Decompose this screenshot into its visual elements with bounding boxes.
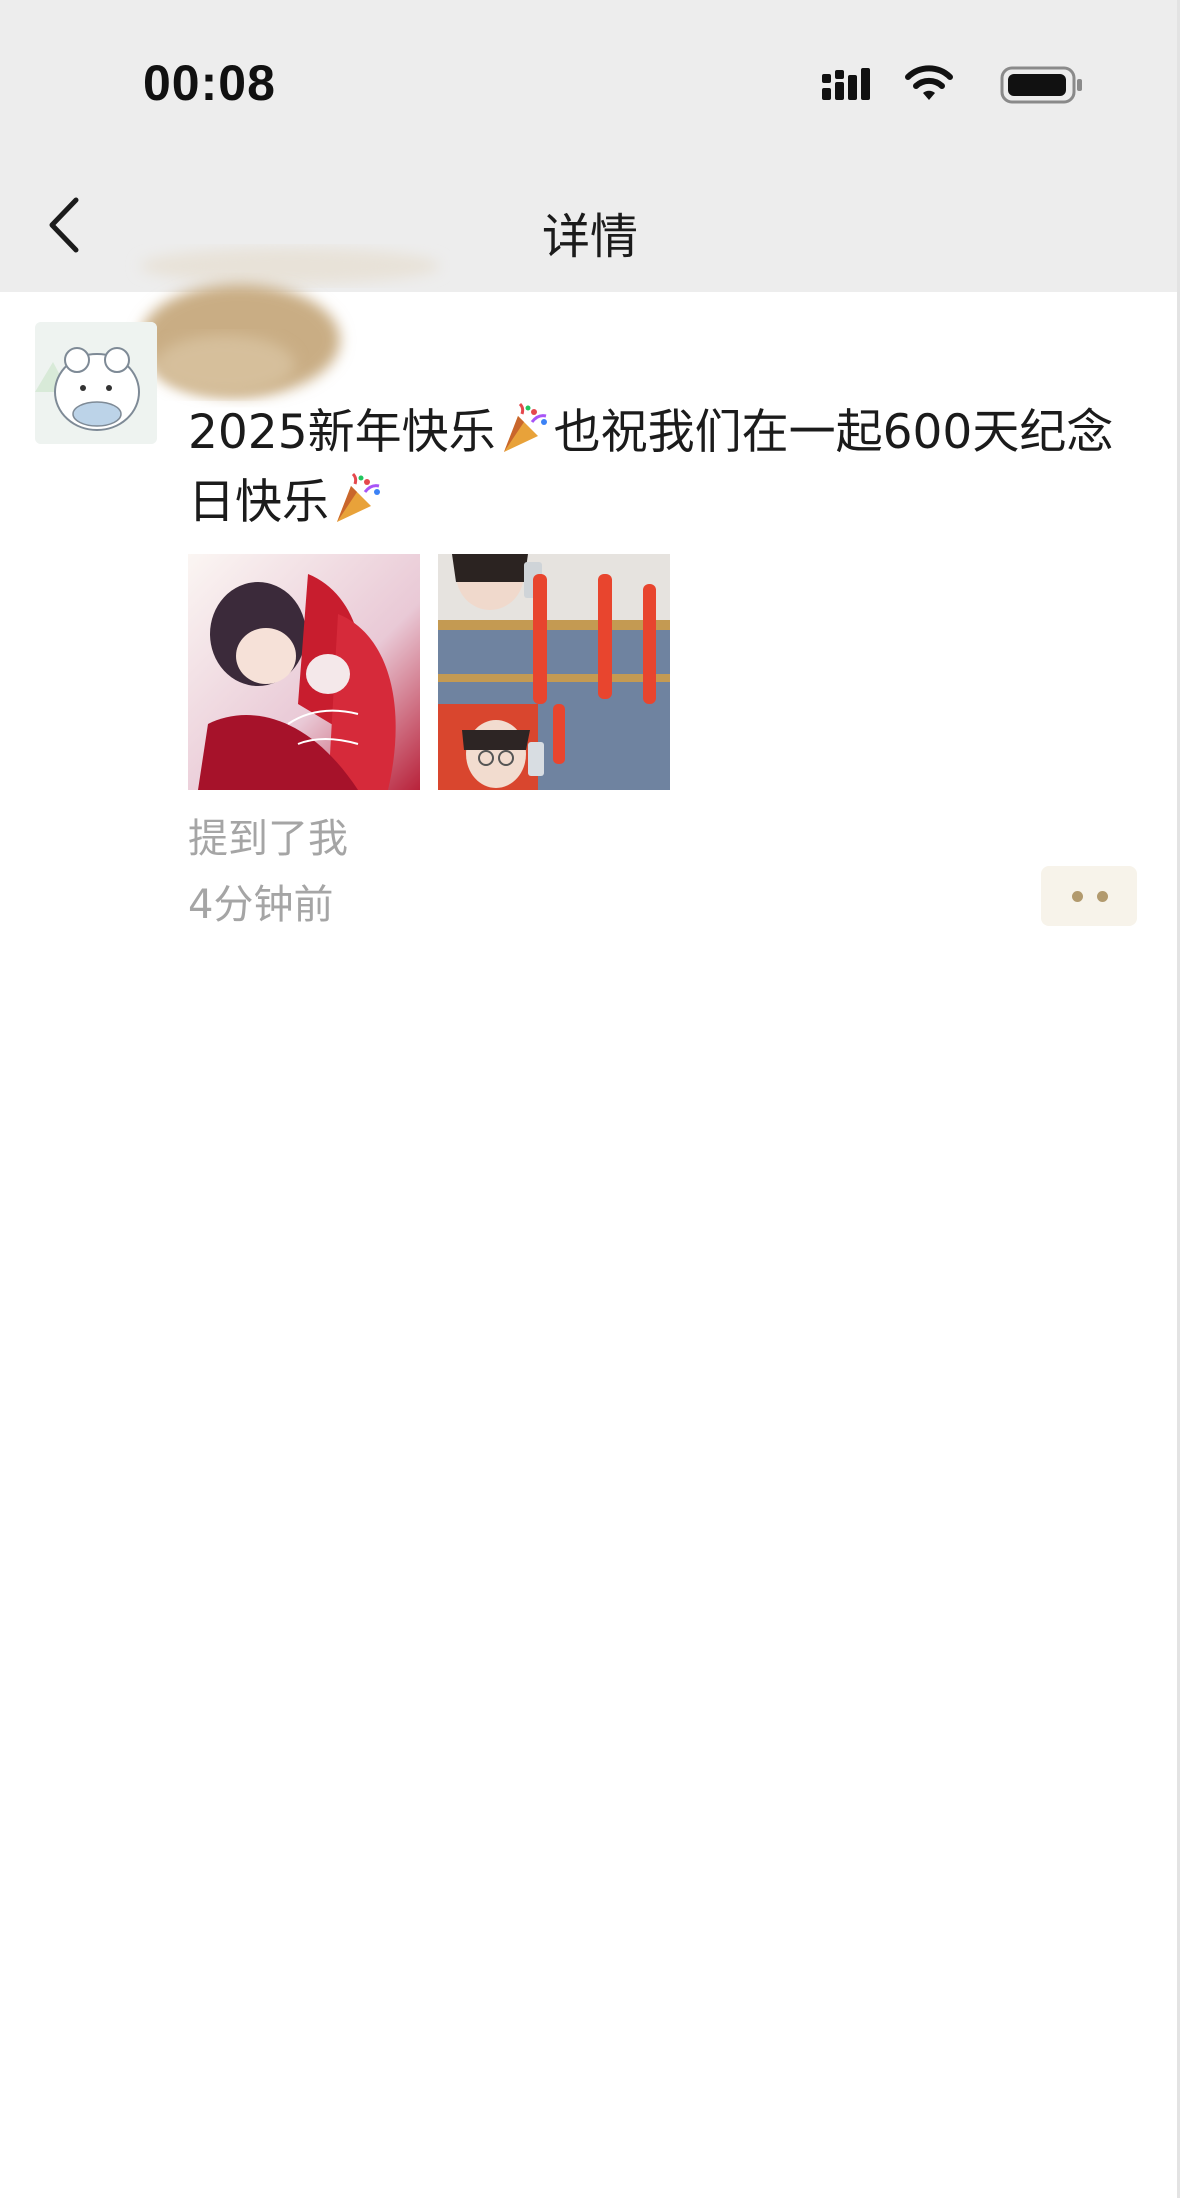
top-bar: 00:08 详情 xyxy=(0,0,1180,292)
selfie-collage-red-tassels xyxy=(438,554,670,790)
anime-couple-illustration xyxy=(188,554,420,790)
cellular-signal-icon xyxy=(822,68,870,100)
more-dots-icon-dot xyxy=(1097,891,1108,902)
post-timestamp: 4分钟前 xyxy=(188,882,334,928)
more-actions-button[interactable] xyxy=(1041,866,1137,926)
wifi-icon xyxy=(905,65,953,100)
battery-icon xyxy=(1000,66,1082,104)
more-dots-icon xyxy=(1072,891,1083,902)
status-time: 00:08 xyxy=(143,55,276,111)
post-content: 2025新年快乐 也祝我们在一起600天纪念日快乐 xyxy=(188,398,1148,538)
post-photo-2[interactable] xyxy=(438,554,670,790)
mention-label: 提到了我 xyxy=(188,816,348,862)
avatar-cartoon-image xyxy=(35,322,157,444)
party-popper-icon xyxy=(503,402,547,452)
screen: 00:08 详情 2025新年快乐 也祝我们在一起600天纪念日快乐 提到了我 … xyxy=(0,0,1180,2198)
post-text-part1: 2025新年快乐 xyxy=(188,405,496,460)
avatar[interactable] xyxy=(35,322,157,444)
page-title: 详情 xyxy=(541,209,638,265)
party-popper-icon xyxy=(337,472,380,522)
post-photo-1[interactable] xyxy=(188,554,420,790)
status-icons xyxy=(822,62,1082,114)
